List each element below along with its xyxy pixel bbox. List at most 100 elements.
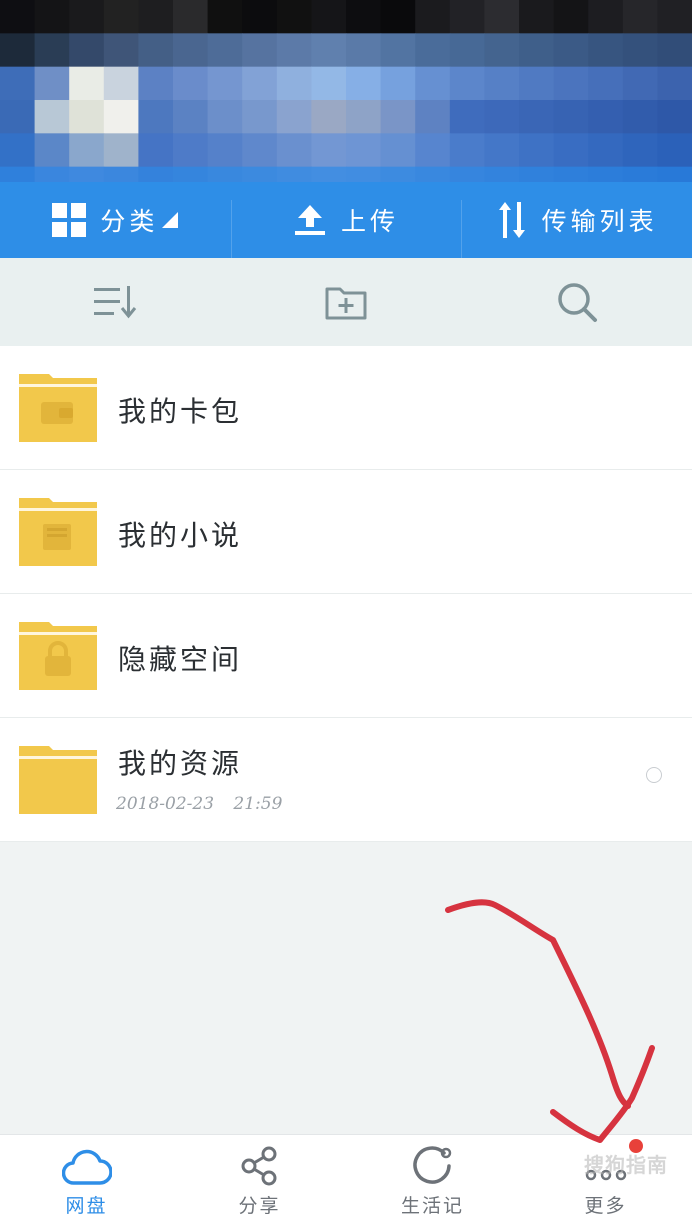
ring-icon [412,1146,451,1184]
mosaic-tile [415,33,451,68]
mosaic-tile [380,0,416,34]
mosaic-tile [519,100,555,134]
mosaic-tile [207,33,243,68]
mosaic-tile [553,133,589,168]
mosaic-tile [380,66,416,101]
file-modified-time: 2018-02-23 21:59 [116,794,283,814]
mosaic-tile [103,66,139,101]
mosaic-tile [449,0,485,34]
category-button[interactable]: 分类 [0,182,231,258]
mosaic-tile [207,66,243,101]
file-name: 我的卡包 [118,395,243,428]
mosaic-tile [311,100,347,134]
folder-icon [19,746,97,814]
mosaic-tile [657,33,692,68]
mosaic-tile [380,100,416,134]
search-icon [557,283,597,322]
cloud-icon [61,1149,112,1185]
mosaic-tile [138,33,174,68]
mosaic-tile [207,100,243,134]
nav-item-life[interactable]: 生活记 [346,1135,519,1231]
mosaic-tile [588,133,624,168]
select-radio[interactable] [646,767,662,783]
mosaic-tile [311,0,347,34]
mosaic-tile [657,133,692,168]
nav-item-cloud-drive[interactable]: 网盘 [0,1135,173,1231]
mosaic-tile [276,33,312,68]
mosaic-tile [415,0,451,34]
pixelated-header [0,0,692,200]
mosaic-tile [138,133,174,168]
mosaic-tile [103,0,139,34]
sort-button[interactable] [0,284,231,320]
upload-button[interactable]: 上传 [230,182,462,258]
mosaic-tile [276,133,312,168]
mosaic-tile [449,33,485,68]
mosaic-tile [69,0,105,34]
mosaic-tile [553,33,589,68]
mosaic-tile [207,133,243,168]
mosaic-tile [173,100,209,134]
mosaic-tile [346,66,382,101]
mosaic-tile [622,100,658,134]
mosaic-tile [484,100,520,134]
mosaic-tile [242,100,278,134]
mosaic-tile [34,33,70,68]
mosaic-tile [34,133,70,168]
mosaic-tile [346,33,382,68]
mosaic-tile [276,0,312,34]
folder-lock-icon [19,622,97,690]
nav-label: 更多 [584,1195,627,1217]
mosaic-tile [588,33,624,68]
nav-label: 生活记 [400,1195,464,1217]
mosaic-tile [173,0,209,34]
mosaic-tile [138,100,174,134]
mosaic-tile [622,33,658,68]
mosaic-tile [484,0,520,34]
mosaic-tile [380,33,416,68]
file-row-card-wallet[interactable]: 我的卡包 [0,346,692,470]
nav-label: 分享 [238,1195,281,1217]
new-folder-button[interactable] [231,283,462,321]
mosaic-tile [622,0,658,34]
file-row-novels[interactable]: 我的小说 [0,470,692,594]
mosaic-tile [519,33,555,68]
bottom-nav: 网盘 分享 生活记 更多 搜狗指南 [0,1134,692,1231]
mosaic-tile [553,100,589,134]
transfer-list-button[interactable]: 传输列表 [461,182,692,258]
file-name: 我的小说 [118,519,243,552]
mosaic-tile [519,0,555,34]
mosaic-tile [0,100,36,134]
mosaic-tile [173,33,209,68]
folder-wallet-icon [19,374,97,442]
mosaic-tile [0,33,36,68]
search-button[interactable] [461,281,692,323]
mosaic-tile [588,66,624,101]
mosaic-tile [242,33,278,68]
triangle-dropdown-icon [162,212,179,228]
mosaic-tile [311,66,347,101]
mosaic-tile [276,66,312,101]
mosaic-tile [0,133,36,168]
mosaic-tile [657,0,692,34]
mosaic-tile [449,133,485,168]
mosaic-tile [69,100,105,134]
mosaic-tile [0,66,36,101]
mosaic-tile [553,0,589,34]
nav-item-more[interactable]: 更多 搜狗指南 [519,1135,692,1231]
file-row-resources[interactable]: 我的资源 2018-02-23 21:59 [0,718,692,842]
mosaic-tile [449,66,485,101]
mosaic-tile [242,66,278,101]
mosaic-tile [657,100,692,134]
mosaic-tile [173,133,209,168]
nav-item-share[interactable]: 分享 [173,1135,346,1231]
mosaic-tile [380,133,416,168]
upload-icon [295,205,325,235]
mosaic-tile [276,100,312,134]
mosaic-tile [207,0,243,34]
mosaic-tile [657,66,692,101]
mosaic-tile [34,0,70,34]
new-folder-icon [325,287,367,320]
file-row-hidden-space[interactable]: 隐藏空间 [0,594,692,718]
mosaic-tile [519,66,555,101]
